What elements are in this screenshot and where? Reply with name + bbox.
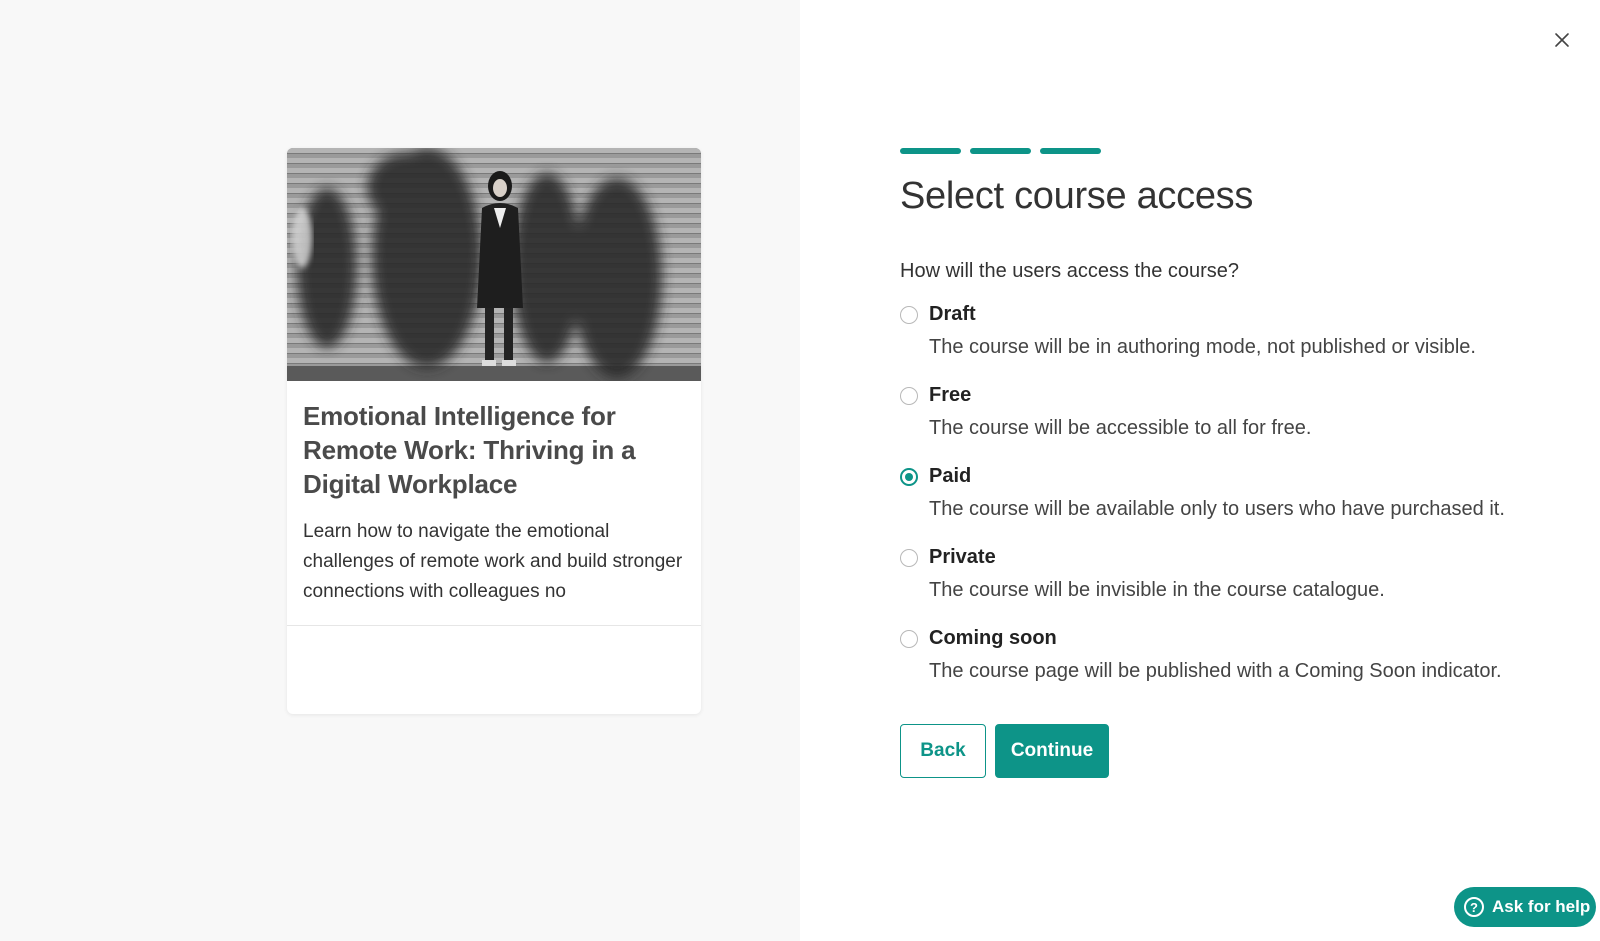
option-label: Draft xyxy=(929,303,976,325)
option-description: The course will be available only to use… xyxy=(929,498,1505,520)
option-description: The course will be in authoring mode, no… xyxy=(929,336,1476,358)
option-label: Paid xyxy=(929,465,972,487)
option-draft[interactable]: Draft The course will be in authoring mo… xyxy=(900,300,1560,381)
radio-draft[interactable] xyxy=(900,306,918,324)
ask-for-help-button[interactable]: ? Ask for help xyxy=(1454,887,1596,927)
wizard-actions: Back Continue xyxy=(900,724,1109,778)
radio-coming-soon[interactable] xyxy=(900,630,918,648)
option-paid[interactable]: Paid The course will be available only t… xyxy=(900,462,1560,543)
continue-button[interactable]: Continue xyxy=(995,724,1109,778)
help-label: Ask for help xyxy=(1492,897,1591,916)
course-description: Learn how to navigate the emotional chal… xyxy=(303,521,683,602)
option-label: Private xyxy=(929,546,996,568)
radio-free[interactable] xyxy=(900,387,918,405)
option-description: The course will be invisible in the cour… xyxy=(929,579,1385,601)
step-indicator-3 xyxy=(1040,148,1101,154)
course-image xyxy=(287,148,701,381)
card-divider xyxy=(287,625,701,626)
access-options: Draft The course will be in authoring mo… xyxy=(900,300,1560,705)
question-circle-icon: ? xyxy=(1464,897,1484,917)
step-indicator-2 xyxy=(970,148,1031,154)
radio-private[interactable] xyxy=(900,549,918,567)
course-preview-card: Emotional Intelligence for Remote Work: … xyxy=(287,148,701,714)
option-private[interactable]: Private The course will be invisible in … xyxy=(900,543,1560,624)
step-progress xyxy=(900,148,1101,154)
back-button[interactable]: Back xyxy=(900,724,986,778)
close-button[interactable] xyxy=(1550,28,1574,52)
access-question: How will the users access the course? xyxy=(900,260,1240,282)
radio-paid[interactable] xyxy=(900,468,918,486)
course-title: Emotional Intelligence for Remote Work: … xyxy=(303,401,636,499)
step-indicator-1 xyxy=(900,148,961,154)
option-label: Free xyxy=(929,384,972,406)
option-coming-soon[interactable]: Coming soon The course page will be publ… xyxy=(900,624,1560,705)
option-description: The course will be accessible to all for… xyxy=(929,417,1312,439)
wizard-panel: Select course access How will the users … xyxy=(800,0,1600,941)
option-label: Coming soon xyxy=(929,627,1057,649)
option-free[interactable]: Free The course will be accessible to al… xyxy=(900,381,1560,462)
course-access-page: Emotional Intelligence for Remote Work: … xyxy=(0,0,1600,941)
card-body: Emotional Intelligence for Remote Work: … xyxy=(287,381,701,607)
preview-panel: Emotional Intelligence for Remote Work: … xyxy=(0,0,800,941)
page-title: Select course access xyxy=(900,175,1254,217)
option-description: The course page will be published with a… xyxy=(929,660,1502,682)
close-icon xyxy=(1555,33,1569,47)
